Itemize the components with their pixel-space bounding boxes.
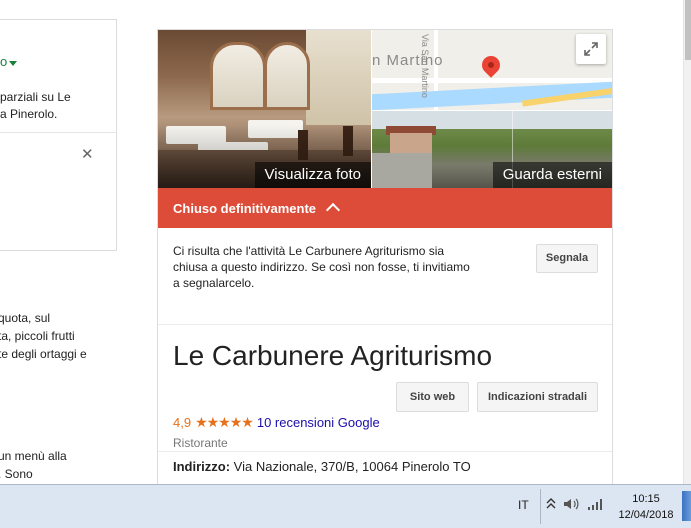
language-indicator[interactable]: IT	[518, 498, 529, 512]
description-line-4: un menù alla	[0, 449, 67, 463]
rating-row: 4,9 ★★★★★ 10 recensioni Google	[173, 414, 380, 431]
divider	[158, 324, 612, 325]
taskbar: IT 10:15 12/04/2018	[0, 484, 691, 528]
description-line-5: . Sono	[0, 467, 33, 481]
website-button[interactable]: Sito web	[396, 382, 469, 412]
open-status-text: o	[0, 54, 8, 69]
description-line-1: quota, sul	[0, 311, 51, 325]
volume-icon[interactable]	[563, 497, 581, 514]
left-info-card: o parziali su Le a Pinerolo. ✕	[0, 19, 117, 251]
clock-time: 10:15	[632, 493, 660, 505]
scrollbar-thumb[interactable]	[685, 0, 691, 60]
system-clock[interactable]: 10:15 12/04/2018	[610, 491, 682, 523]
knowledge-panel: Visualizza foto Via San Martino n Martin…	[157, 29, 613, 484]
street-wall	[372, 153, 432, 188]
address-value[interactable]: Via Nazionale, 370/B, 10064 Pinerolo TO	[230, 459, 471, 474]
divider	[158, 451, 612, 452]
address-row: Indirizzo: Via Nazionale, 370/B, 10064 P…	[173, 459, 471, 474]
map-place-label: n Martino	[372, 52, 444, 69]
chevron-up-icon	[325, 202, 341, 217]
interior-photo[interactable]: Visualizza foto	[158, 30, 371, 188]
permanently-closed-bar[interactable]: Chiuso definitivamente	[158, 188, 612, 228]
divider	[0, 132, 116, 133]
page: o parziali su Le a Pinerolo. ✕ quota, su…	[0, 0, 691, 484]
tray-separator	[540, 489, 541, 524]
description-line-3: te degli ortaggi e	[0, 347, 87, 361]
close-icon[interactable]: ✕	[81, 145, 94, 163]
caret-down-icon	[9, 61, 18, 66]
reviews-link[interactable]: 10 recensioni Google	[257, 415, 380, 430]
business-category: Ristorante	[173, 436, 228, 450]
directions-button[interactable]: Indicazioni stradali	[477, 382, 598, 412]
description-line-2: ta, piccoli frutti	[0, 329, 75, 343]
street-view-label[interactable]: Guarda esterni	[492, 162, 612, 188]
view-photos-label[interactable]: Visualizza foto	[254, 162, 371, 188]
rating-score: 4,9	[173, 415, 192, 430]
closed-notice-text: Ci risulta che l'attività Le Carbunere A…	[173, 244, 470, 290]
network-signal-icon[interactable]	[587, 497, 605, 514]
expand-icon	[584, 42, 598, 56]
map-pin-icon	[478, 52, 504, 78]
business-title: Le Carbunere Agriturismo	[173, 340, 493, 371]
partial-info-line-2: a Pinerolo.	[0, 107, 58, 121]
map-road	[372, 78, 612, 83]
street-view-photo[interactable]: Guarda esterni	[372, 111, 612, 188]
closed-label: Chiuso definitivamente	[173, 200, 317, 216]
show-desktop-button[interactable]	[682, 491, 691, 521]
open-status-dropdown[interactable]: o	[0, 54, 18, 69]
clock-date: 12/04/2018	[618, 509, 674, 521]
address-label: Indirizzo:	[173, 459, 231, 474]
vertical-scrollbar[interactable]	[683, 0, 691, 484]
expand-map-button[interactable]	[576, 34, 606, 64]
star-rating-icon: ★★★★★	[195, 414, 254, 430]
report-button[interactable]: Segnala	[536, 244, 598, 273]
show-hidden-icons-icon[interactable]	[546, 497, 556, 514]
partial-info-line-1: parziali su Le	[0, 90, 71, 104]
map-thumbnail[interactable]: Via San Martino n Martino	[372, 30, 612, 110]
